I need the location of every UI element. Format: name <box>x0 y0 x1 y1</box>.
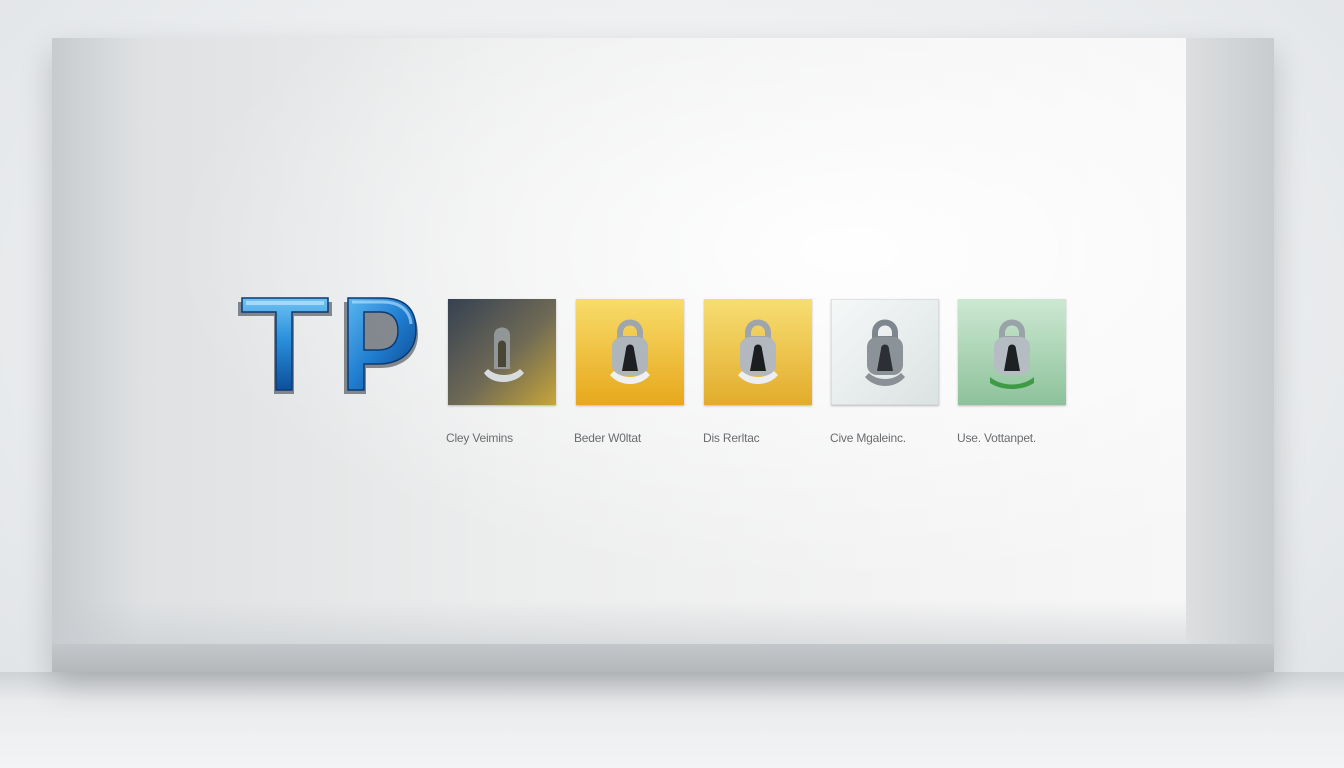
tile-5-label: Use. Vottanpet. <box>957 431 1037 445</box>
tp-logo[interactable] <box>232 294 422 398</box>
floor-reflection <box>0 672 1344 768</box>
tile-3-label: Dis Rerltac <box>703 431 760 445</box>
tile-1-label: Cley Veimins <box>446 431 513 445</box>
tile-4-label: Cive Mgaleinc. <box>830 431 906 445</box>
padlock-icon <box>704 299 812 405</box>
display-frame-right-edge <box>1186 38 1274 672</box>
tile-2-label: Beder W0ltat <box>574 431 641 445</box>
padlock-icon <box>576 299 684 405</box>
padlock-icon <box>448 299 556 405</box>
tp-logo-icon <box>238 297 418 394</box>
tile-5[interactable] <box>958 299 1066 405</box>
tile-1[interactable] <box>448 299 556 405</box>
padlock-icon <box>958 299 1066 405</box>
tile-4[interactable] <box>831 299 939 405</box>
display-frame-bottom-edge <box>52 644 1274 672</box>
screen-bottom-shade <box>52 600 1186 644</box>
padlock-icon <box>831 299 939 405</box>
tile-3[interactable] <box>704 299 812 405</box>
tile-2[interactable] <box>576 299 684 405</box>
app-tile-row: Cley Veimins Beder W0ltat Dis Rerltac Ci… <box>446 299 1068 459</box>
